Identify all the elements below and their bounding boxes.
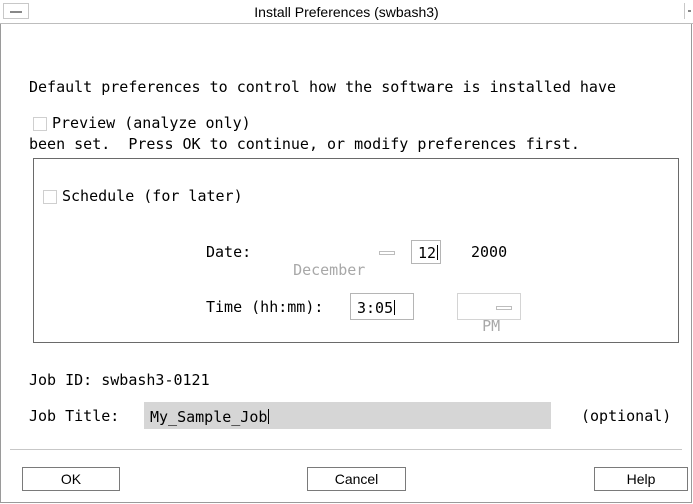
intro-text: Default preferences to control how the s… bbox=[29, 40, 616, 173]
cancel-button[interactable]: Cancel bbox=[307, 467, 406, 491]
intro-line-1: Default preferences to control how the s… bbox=[29, 78, 616, 96]
day-field[interactable]: 12 bbox=[411, 240, 441, 264]
job-title-value: My_Sample_Job bbox=[150, 408, 268, 426]
schedule-checkbox[interactable] bbox=[43, 190, 57, 204]
text-cursor-icon bbox=[437, 245, 439, 260]
job-id-label: Job ID: bbox=[29, 371, 93, 389]
help-button[interactable]: Help bbox=[594, 467, 688, 491]
day-value: 12 bbox=[418, 244, 437, 262]
button-separator bbox=[10, 449, 682, 450]
text-cursor-icon bbox=[394, 300, 396, 315]
intro-line-2: been set. Press OK to continue, or modif… bbox=[29, 135, 580, 153]
month-select[interactable]: December bbox=[274, 240, 402, 279]
job-id-value: swbash3-0121 bbox=[101, 371, 210, 389]
text-cursor-icon bbox=[268, 409, 270, 424]
job-id-row: Job ID: swbash3-0121 bbox=[29, 371, 210, 389]
optional-label: (optional) bbox=[581, 407, 672, 425]
window-title: Install Preferences (swbash3) bbox=[254, 4, 439, 20]
month-value: December bbox=[293, 261, 366, 279]
title-bar[interactable]: Install Preferences (swbash3) bbox=[0, 0, 693, 24]
preview-checkbox[interactable] bbox=[33, 117, 47, 131]
time-label: Time (hh:mm): bbox=[206, 298, 324, 316]
job-title-label: Job Title: bbox=[29, 407, 120, 425]
window-close-icon[interactable] bbox=[684, 3, 693, 19]
year-value: 2000 bbox=[471, 243, 508, 261]
preview-label[interactable]: Preview (analyze only) bbox=[52, 114, 251, 132]
time-value: 3:05 bbox=[357, 299, 394, 317]
schedule-label[interactable]: Schedule (for later) bbox=[62, 187, 243, 205]
job-title-input[interactable]: My_Sample_Job bbox=[144, 402, 551, 429]
date-label: Date: bbox=[206, 243, 252, 261]
ok-button[interactable]: OK bbox=[22, 467, 120, 491]
time-field[interactable]: 3:05 bbox=[350, 293, 414, 320]
option-menu-indicator-icon bbox=[496, 306, 512, 310]
ampm-value: PM bbox=[482, 317, 501, 335]
ampm-select[interactable]: PM bbox=[457, 293, 521, 335]
option-menu-indicator-icon bbox=[379, 251, 395, 255]
